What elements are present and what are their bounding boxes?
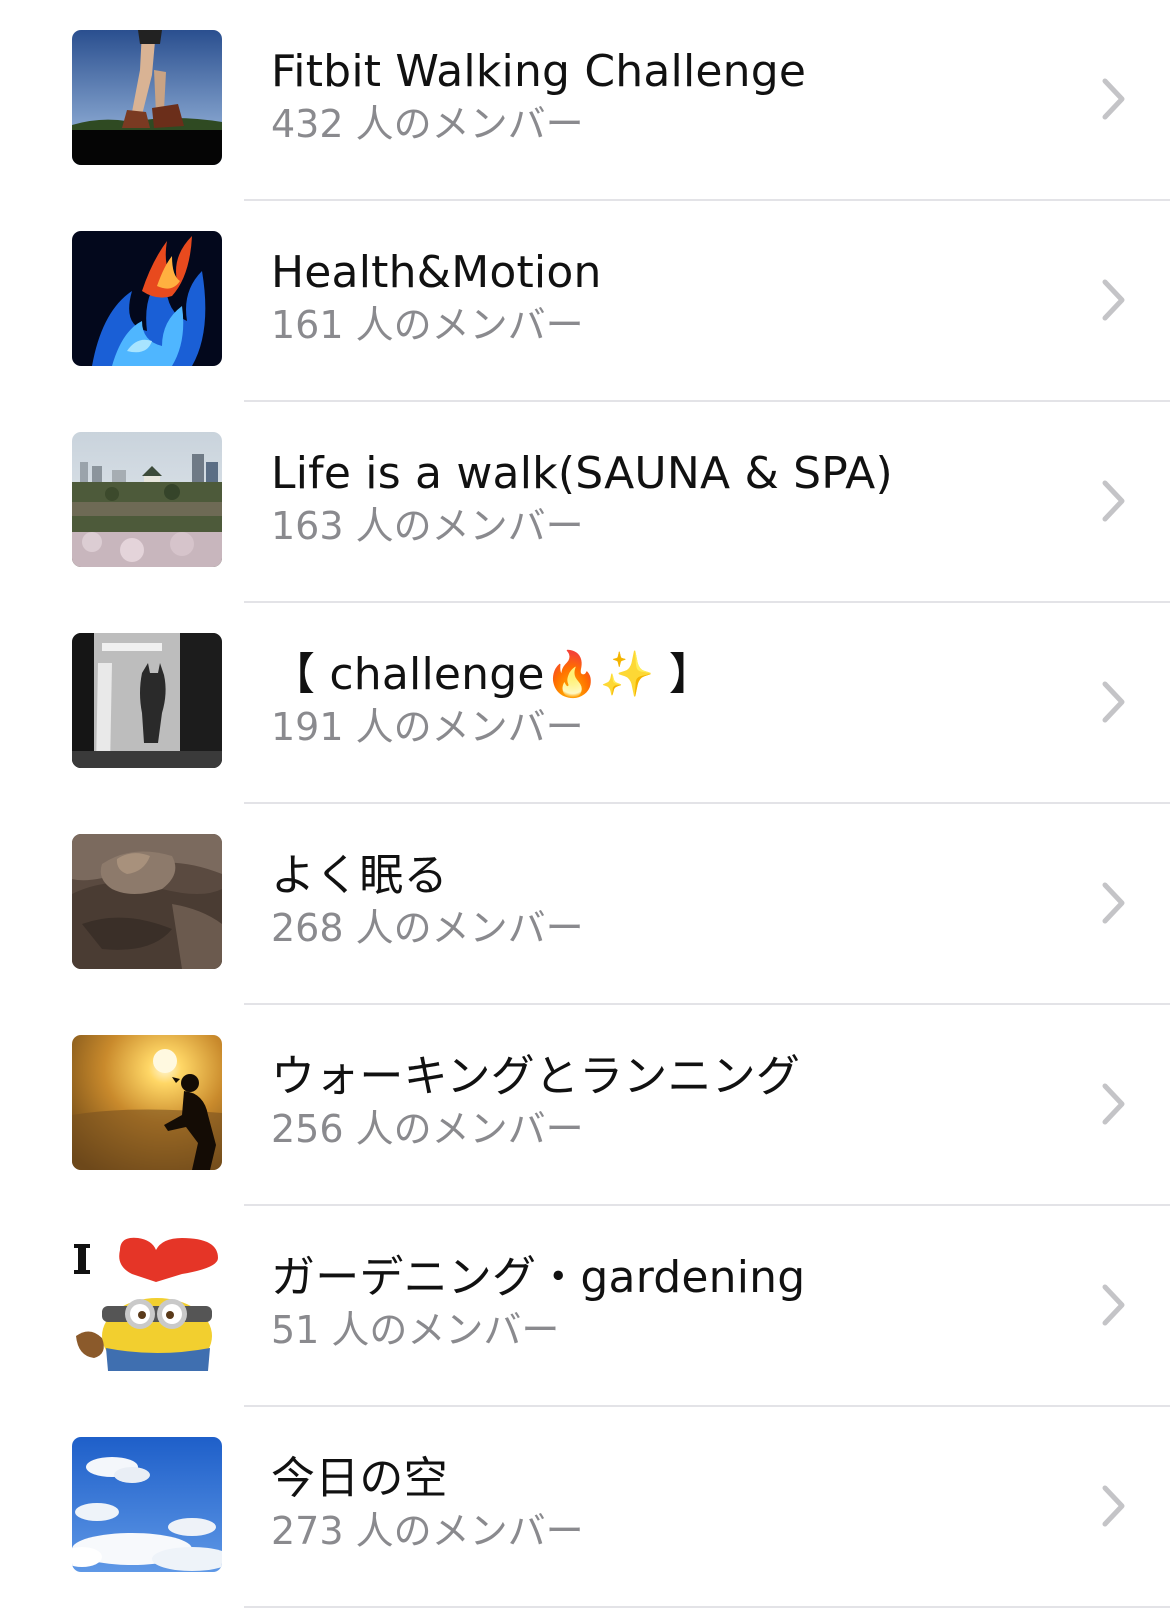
group-row-challenge[interactable]: 【 challenge🔥✨ 】 191 人のメンバー xyxy=(0,603,1170,804)
group-list: Fitbit Walking Challenge 432 人のメンバー Heal… xyxy=(0,0,1170,1608)
group-row-gardening[interactable]: ガーデニング・gardening 51 人のメンバー xyxy=(0,1206,1170,1407)
chevron-right-icon xyxy=(1100,478,1128,524)
sky-clouds-icon xyxy=(72,1437,222,1572)
chevron-right-icon xyxy=(1100,1483,1128,1529)
group-name: Fitbit Walking Challenge xyxy=(271,46,807,97)
member-count: 432 人のメンバー xyxy=(271,102,584,146)
blue-fire-icon xyxy=(72,231,222,366)
chevron-right-icon xyxy=(1100,1081,1128,1127)
chevron-right-icon xyxy=(1100,679,1128,725)
member-count: 273 人のメンバー xyxy=(271,1509,584,1553)
minion-heart-icon xyxy=(72,1236,222,1371)
chevron-right-icon xyxy=(1100,277,1128,323)
member-count: 268 人のメンバー xyxy=(271,906,584,950)
group-name: ガーデニング・gardening xyxy=(271,1252,806,1303)
group-name: 今日の空 xyxy=(271,1453,448,1504)
group-name: Life is a walk(SAUNA & SPA) xyxy=(271,448,893,499)
city-castle-icon xyxy=(72,432,222,567)
group-row-walking-running[interactable]: ウォーキングとランニング 256 人のメンバー xyxy=(0,1005,1170,1206)
member-count: 161 人のメンバー xyxy=(271,303,584,347)
member-count: 191 人のメンバー xyxy=(271,705,584,749)
chevron-right-icon xyxy=(1100,1282,1128,1328)
chevron-right-icon xyxy=(1100,76,1128,122)
member-count: 256 人のメンバー xyxy=(271,1107,584,1151)
walking-feet-icon xyxy=(72,30,222,165)
group-row-life-is-a-walk[interactable]: Life is a walk(SAUNA & SPA) 163 人のメンバー xyxy=(0,402,1170,603)
chevron-right-icon xyxy=(1100,880,1128,926)
group-row-sleep-well[interactable]: よく眠る 268 人のメンバー xyxy=(0,804,1170,1005)
runner-sunset-icon xyxy=(72,1035,222,1170)
group-row-fitbit-walking-challenge[interactable]: Fitbit Walking Challenge 432 人のメンバー xyxy=(0,0,1170,201)
group-name: ウォーキングとランニング xyxy=(271,1051,801,1102)
member-count: 51 人のメンバー xyxy=(271,1308,560,1352)
cat-window-icon xyxy=(72,633,222,768)
group-row-todays-sky[interactable]: 今日の空 273 人のメンバー xyxy=(0,1407,1170,1608)
row-divider xyxy=(244,1606,1170,1608)
group-name: よく眠る xyxy=(271,850,448,901)
group-name: Health&Motion xyxy=(271,247,602,298)
member-count: 163 人のメンバー xyxy=(271,504,584,548)
group-row-health-motion[interactable]: Health&Motion 161 人のメンバー xyxy=(0,201,1170,402)
group-name: 【 challenge🔥✨ 】 xyxy=(271,649,713,700)
sleeping-cat-icon xyxy=(72,834,222,969)
